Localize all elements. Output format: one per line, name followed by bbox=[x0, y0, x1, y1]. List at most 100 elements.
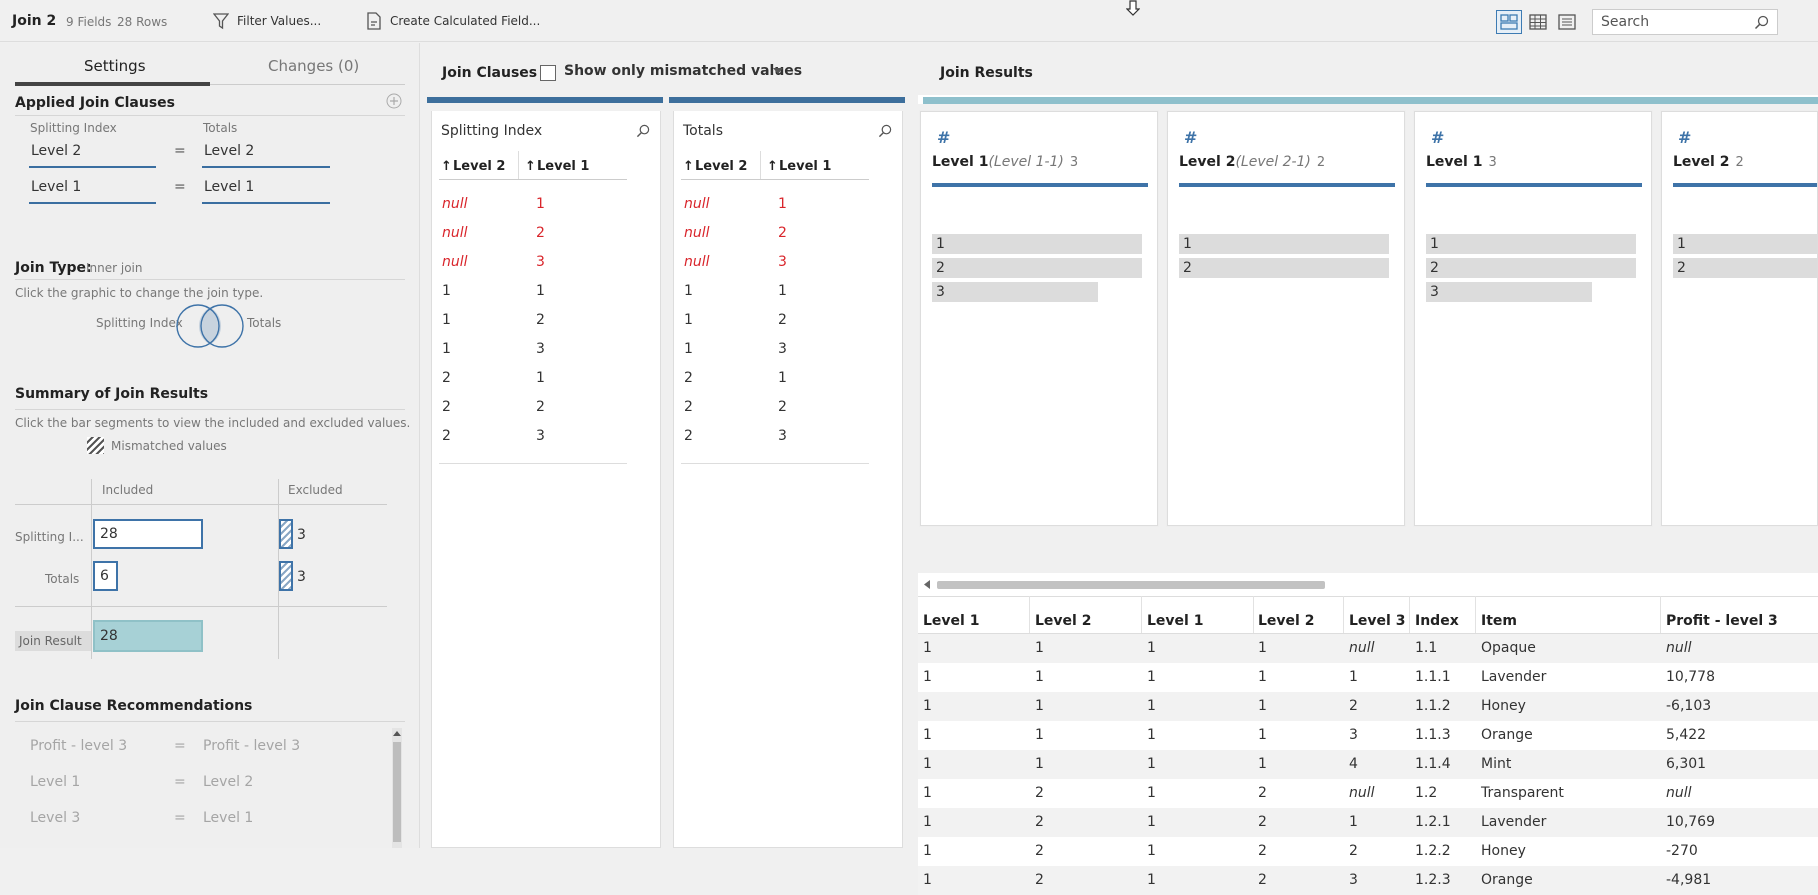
table-cell[interactable]: 1 bbox=[1258, 727, 1267, 743]
value-bar[interactable]: 2 bbox=[1673, 258, 1817, 278]
value-bar[interactable]: 3 bbox=[1426, 282, 1592, 302]
table-cell[interactable]: 1 bbox=[923, 756, 932, 772]
excluded-bar[interactable] bbox=[279, 561, 293, 591]
show-mismatched-label[interactable]: Show only mismatched values bbox=[564, 63, 802, 79]
table-row[interactable]: 1 1 1 1 1 1.1.1 Lavender 10,778 bbox=[918, 663, 1818, 692]
table-cell[interactable]: 1 bbox=[1035, 640, 1044, 656]
list-view-button[interactable] bbox=[1554, 10, 1580, 34]
column-header-level-2[interactable]: Level 2 bbox=[695, 159, 747, 174]
recommendation-right-field[interactable]: Level 1 bbox=[203, 810, 253, 826]
column-header-level-2[interactable]: Level 2 bbox=[453, 159, 505, 174]
search-icon[interactable] bbox=[636, 124, 650, 138]
sort-icon[interactable]: ↑ bbox=[767, 159, 778, 174]
clause-value[interactable]: 3 bbox=[778, 341, 787, 357]
search-icon[interactable] bbox=[1754, 15, 1769, 30]
add-clause-icon[interactable] bbox=[386, 93, 402, 109]
profile-card-title[interactable]: Level 2 2 bbox=[1673, 154, 1744, 170]
clause-value[interactable]: 1 bbox=[442, 312, 451, 328]
recommendation-left-field[interactable]: Level 3 bbox=[30, 810, 80, 826]
table-cell[interactable]: 1 bbox=[1147, 843, 1156, 859]
table-cell[interactable]: 1.2 bbox=[1415, 785, 1437, 801]
table-cell[interactable]: 1 bbox=[1258, 669, 1267, 685]
clause-value[interactable]: 3 bbox=[778, 254, 787, 270]
table-cell[interactable]: 1 bbox=[1147, 785, 1156, 801]
table-view-button[interactable] bbox=[1525, 10, 1551, 34]
table-row[interactable]: 1 1 1 1 3 1.1.3 Orange 5,422 bbox=[918, 721, 1818, 750]
clause-value[interactable]: 1 bbox=[536, 370, 545, 386]
table-cell[interactable]: Opaque bbox=[1481, 640, 1536, 656]
table-cell[interactable]: Orange bbox=[1481, 727, 1533, 743]
join-result-bar[interactable]: 28 bbox=[93, 620, 203, 652]
table-cell[interactable]: 1.2.2 bbox=[1415, 843, 1451, 859]
sort-icon[interactable]: ↑ bbox=[441, 159, 452, 174]
table-cell[interactable]: null bbox=[1666, 640, 1692, 656]
clause-value[interactable]: null bbox=[442, 196, 468, 212]
table-cell[interactable]: 3 bbox=[1349, 872, 1358, 888]
table-cell[interactable]: 2 bbox=[1035, 785, 1044, 801]
table-row[interactable]: 1 2 1 2 2 1.2.2 Honey -270 bbox=[918, 837, 1818, 866]
chevron-down-icon[interactable] bbox=[773, 68, 783, 75]
table-cell[interactable]: 1 bbox=[1258, 640, 1267, 656]
table-cell[interactable]: 2 bbox=[1035, 872, 1044, 888]
clause-value[interactable]: 1 bbox=[442, 341, 451, 357]
table-cell[interactable]: 1 bbox=[1147, 698, 1156, 714]
table-cell[interactable]: 1 bbox=[923, 698, 932, 714]
tab-changes[interactable]: Changes (0) bbox=[268, 57, 359, 75]
table-cell[interactable]: 1 bbox=[1258, 698, 1267, 714]
profile-card-title[interactable]: Level 1(Level 1-1) 3 bbox=[932, 154, 1078, 170]
table-cell[interactable]: 1 bbox=[1349, 814, 1358, 830]
clause-value[interactable]: 3 bbox=[536, 341, 545, 357]
search-input[interactable] bbox=[1593, 10, 1743, 34]
table-cell[interactable]: 2 bbox=[1258, 872, 1267, 888]
recommendation-right-field[interactable]: Level 2 bbox=[203, 774, 253, 790]
filter-values-button[interactable]: Filter Values... bbox=[213, 12, 321, 30]
table-cell[interactable]: 1 bbox=[1349, 669, 1358, 685]
search-icon[interactable] bbox=[878, 124, 892, 138]
clause-value[interactable]: null bbox=[684, 196, 710, 212]
table-cell[interactable]: 1 bbox=[923, 640, 932, 656]
profile-card[interactable]: # Level 2 2 1 2 bbox=[1661, 111, 1818, 526]
clause-value[interactable]: 3 bbox=[536, 254, 545, 270]
clause-value[interactable]: 2 bbox=[536, 399, 545, 415]
table-cell[interactable]: 1 bbox=[923, 843, 932, 859]
venn-diagram[interactable] bbox=[174, 303, 246, 349]
clause-value[interactable]: 1 bbox=[684, 283, 693, 299]
value-bar[interactable]: 3 bbox=[932, 282, 1098, 302]
clause-value[interactable]: 2 bbox=[778, 312, 787, 328]
included-bar[interactable]: 28 bbox=[93, 519, 203, 549]
show-mismatched-checkbox[interactable] bbox=[540, 65, 556, 81]
clause-1-left-field[interactable]: Level 2 bbox=[30, 143, 81, 159]
clause-value[interactable]: 3 bbox=[778, 428, 787, 444]
equals-operator[interactable]: = bbox=[174, 143, 186, 159]
scroll-left-icon[interactable] bbox=[924, 580, 930, 589]
table-cell[interactable]: 1 bbox=[1035, 727, 1044, 743]
clause-value[interactable]: 1 bbox=[684, 341, 693, 357]
scrollbar-thumb[interactable] bbox=[937, 581, 1325, 589]
table-cell[interactable]: 1.1.4 bbox=[1415, 756, 1451, 772]
clause-value[interactable]: 1 bbox=[778, 283, 787, 299]
table-cell[interactable]: Honey bbox=[1481, 698, 1526, 714]
table-cell[interactable]: 2 bbox=[1258, 814, 1267, 830]
table-cell[interactable]: 1.2.3 bbox=[1415, 872, 1451, 888]
clause-value[interactable]: 1 bbox=[778, 370, 787, 386]
clause-value[interactable]: 2 bbox=[442, 370, 451, 386]
clause-value[interactable]: 2 bbox=[536, 312, 545, 328]
table-row[interactable]: 1 2 1 2 null 1.2 Transparent null bbox=[918, 779, 1818, 808]
value-bar[interactable]: 2 bbox=[1426, 258, 1636, 278]
table-cell[interactable]: 1 bbox=[1147, 756, 1156, 772]
table-cell[interactable]: 1 bbox=[923, 814, 932, 830]
clause-value[interactable]: 1 bbox=[536, 283, 545, 299]
horizontal-scrollbar[interactable] bbox=[918, 573, 1818, 596]
clause-value[interactable]: 1 bbox=[442, 283, 451, 299]
create-calculated-field-button[interactable]: Create Calculated Field... bbox=[366, 12, 540, 30]
clause-value[interactable]: 2 bbox=[684, 399, 693, 415]
table-row[interactable]: 1 1 1 1 2 1.1.2 Honey -6,103 bbox=[918, 692, 1818, 721]
value-bar[interactable]: 1 bbox=[1426, 234, 1636, 254]
table-cell[interactable]: 1 bbox=[923, 872, 932, 888]
table-cell[interactable]: 1 bbox=[1258, 756, 1267, 772]
table-cell[interactable]: 1.1.1 bbox=[1415, 669, 1451, 685]
table-cell[interactable]: 1 bbox=[1035, 669, 1044, 685]
table-cell[interactable]: Lavender bbox=[1481, 669, 1546, 685]
column-header-level-1[interactable]: Level 1 bbox=[537, 159, 589, 174]
table-cell[interactable]: Transparent bbox=[1481, 785, 1564, 801]
